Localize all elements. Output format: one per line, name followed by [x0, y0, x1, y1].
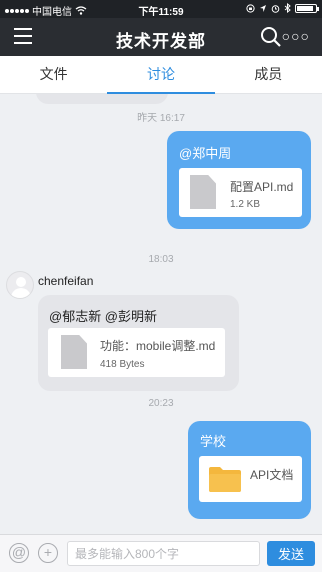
message-bubble-incoming: @郁志新 @彭明新 功能：mobile调整.md 418 Bytes — [38, 295, 239, 391]
alarm-icon — [271, 4, 280, 13]
file-size: 1.2 KB — [230, 199, 261, 210]
tab-members[interactable]: 成员 — [215, 56, 322, 93]
sender-name: chenfeifan — [38, 274, 94, 288]
search-icon[interactable] — [260, 26, 282, 48]
file-card[interactable]: 配置API.md 1.2 KB — [179, 168, 302, 217]
bluetooth-icon — [284, 3, 291, 13]
location-icon — [260, 4, 266, 12]
file-name: 功能：mobile调整.md — [100, 339, 216, 353]
nav-bar: 技术开发部 ○○○ — [0, 18, 322, 56]
folder-icon — [209, 467, 241, 492]
message-bubble-outgoing: @郑中周 配置API.md 1.2 KB — [167, 131, 311, 229]
tab-files[interactable]: 文件 — [0, 56, 107, 93]
timestamp: 昨天 16:17 — [137, 113, 185, 124]
file-size: 418 Bytes — [100, 359, 145, 370]
mention-button[interactable]: @ — [9, 543, 29, 563]
avatar[interactable] — [6, 271, 34, 299]
message-bubble-outgoing: 学校 API文档 — [188, 421, 311, 519]
status-bar: 中国电信 下午11:59 — [0, 0, 322, 18]
orientation-lock-icon — [246, 3, 255, 13]
file-name: API文档 — [250, 468, 294, 482]
previous-message-bubble — [36, 94, 168, 104]
file-card[interactable]: 功能：mobile调整.md 418 Bytes — [48, 328, 225, 377]
tab-bar: 文件 讨论 成员 — [0, 56, 322, 94]
tab-discussion[interactable]: 讨论 — [107, 56, 215, 94]
message-input-bar: @ + 发送 — [0, 534, 322, 572]
timestamp: 20:23 — [148, 398, 174, 409]
file-card[interactable]: API文档 — [199, 456, 302, 502]
timestamp: 18:03 — [148, 254, 174, 265]
message-input[interactable] — [67, 541, 260, 566]
message-mention: 学校 — [200, 434, 227, 449]
message-mention: @郑中周 — [179, 146, 232, 161]
file-name: 配置API.md — [230, 180, 294, 194]
add-attachment-button[interactable]: + — [38, 543, 58, 563]
chat-area[interactable]: 昨天 16:17 @郑中周 配置API.md 1.2 KB 18:03 chen… — [0, 94, 322, 534]
more-icon[interactable]: ○○○ — [282, 28, 310, 44]
hamburger-menu-icon[interactable] — [14, 28, 34, 46]
message-mention: @郁志新 @彭明新 — [49, 309, 158, 324]
battery-icon — [295, 3, 319, 13]
document-icon — [61, 335, 87, 369]
document-icon — [190, 175, 216, 209]
send-button[interactable]: 发送 — [267, 541, 315, 566]
